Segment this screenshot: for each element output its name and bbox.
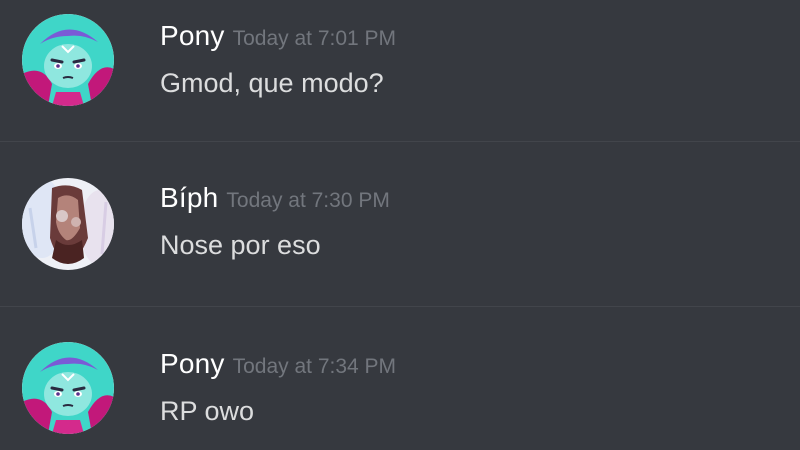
timestamp[interactable]: Today at 7:30 PM xyxy=(226,189,389,212)
timestamp[interactable]: Today at 7:01 PM xyxy=(233,27,396,50)
username[interactable]: Pony xyxy=(160,20,225,51)
chat-message: Bíph Today at 7:30 PM Nose por eso xyxy=(0,160,800,290)
chat-message-list: Pony Today at 7:01 PM Gmod, que modo? Bíp… xyxy=(0,0,800,450)
message-divider xyxy=(0,141,800,142)
message-text: Nose por eso xyxy=(160,230,321,260)
chat-message: Pony Today at 7:01 PM Gmod, que modo? xyxy=(0,0,800,130)
username[interactable]: Bíph xyxy=(160,182,218,213)
pony-avatar-icon[interactable] xyxy=(22,342,114,434)
message-header: Pony Today at 7:34 PM xyxy=(160,348,396,380)
biph-avatar-icon[interactable] xyxy=(22,178,114,270)
message-header: Bíph Today at 7:30 PM xyxy=(160,182,390,214)
message-divider xyxy=(0,306,800,307)
pony-avatar-icon[interactable] xyxy=(22,14,114,106)
message-header: Pony Today at 7:01 PM xyxy=(160,20,396,52)
message-text: RP owo xyxy=(160,396,255,426)
username[interactable]: Pony xyxy=(160,348,225,379)
message-text: Gmod, que modo? xyxy=(160,68,384,98)
timestamp[interactable]: Today at 7:34 PM xyxy=(233,355,396,378)
chat-message: Pony Today at 7:34 PM RP owo xyxy=(0,324,800,450)
